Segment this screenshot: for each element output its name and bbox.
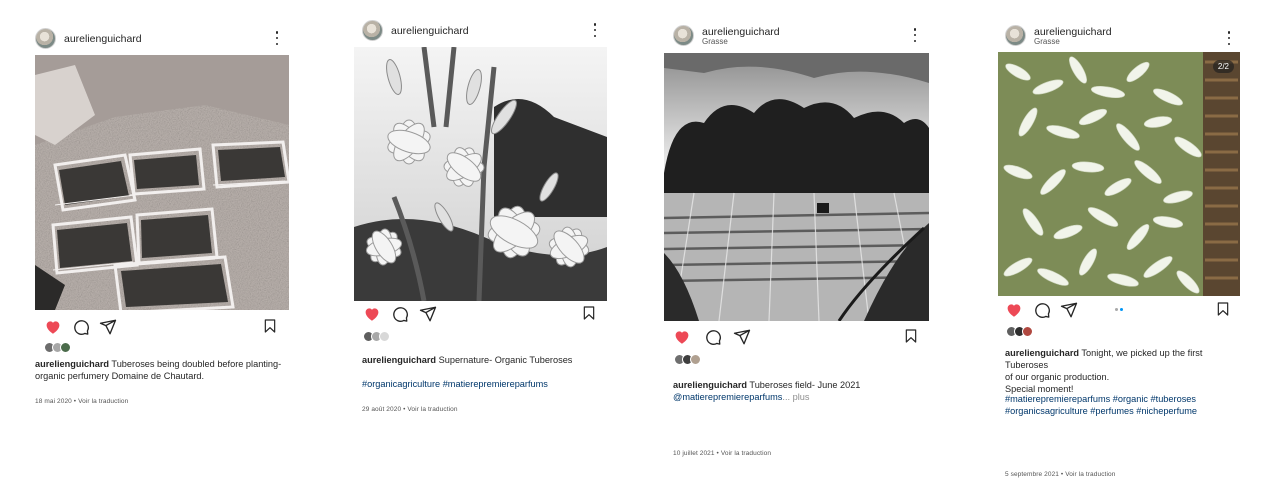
hashtags-line1[interactable]: #matierepremiereparfums #organic #tubero…: [1005, 394, 1196, 404]
carousel-dot-active: [1120, 308, 1123, 311]
carousel-dots: [1115, 308, 1123, 311]
action-bar: [35, 318, 289, 338]
more-icon[interactable]: [1227, 31, 1231, 45]
caption: aurelienguichard Tuberoses field- June 2…: [673, 379, 929, 403]
comment-icon[interactable]: [391, 305, 409, 323]
post-date: 5 septembre 2021 • Voir la traduction: [1005, 471, 1115, 478]
caption: aurelienguichard Supernature- Organic Tu…: [362, 354, 607, 366]
separator: •: [403, 406, 406, 413]
username[interactable]: aurelienguichard: [64, 33, 142, 45]
more-icon[interactable]: [275, 31, 279, 45]
hashtags-line2[interactable]: #organicsagriculture #perfumes #nicheper…: [1005, 406, 1197, 416]
action-bar: [1005, 301, 1245, 321]
avatar[interactable]: [362, 20, 383, 41]
avatar[interactable]: [35, 28, 56, 49]
separator: •: [716, 450, 719, 457]
avatar[interactable]: [1005, 25, 1026, 46]
heart-icon[interactable]: [44, 318, 62, 336]
caption-username[interactable]: aurelienguichard: [673, 380, 747, 390]
bookmark-icon[interactable]: [903, 328, 919, 344]
post-date: 29 août 2020 • Voir la traduction: [362, 406, 458, 413]
comment-icon[interactable]: [1033, 301, 1051, 319]
post-photo[interactable]: [354, 47, 607, 301]
more-icon[interactable]: [593, 23, 597, 37]
date-text: 10 juillet 2021: [673, 450, 715, 457]
post-card: aurelienguichard Grasse: [998, 25, 1245, 485]
post-card: aurelienguichard Grasse: [664, 25, 929, 465]
translate-link[interactable]: Voir la traduction: [1065, 471, 1115, 478]
location[interactable]: Grasse: [702, 37, 728, 46]
post-card: aurelienguichard: [35, 28, 289, 418]
caption-text: Tuberoses field- June 2021: [749, 380, 861, 390]
share-icon[interactable]: [733, 328, 751, 346]
post-header: aurelienguichard Grasse: [1005, 25, 1245, 55]
action-bar: [362, 305, 607, 325]
bookmark-icon[interactable]: [262, 318, 278, 334]
separator: •: [73, 398, 77, 405]
username[interactable]: aurelienguichard: [391, 25, 469, 37]
post-header: aurelienguichard: [35, 28, 289, 58]
caption-username[interactable]: aurelienguichard: [362, 355, 436, 365]
heart-icon[interactable]: [1005, 301, 1023, 319]
post-date: 10 juillet 2021 • Voir la traduction: [673, 450, 771, 457]
date-text: 29 août 2020: [362, 406, 402, 413]
avatar[interactable]: [673, 25, 694, 46]
caption-username[interactable]: aurelienguichard: [35, 359, 109, 369]
caption-username[interactable]: aurelienguichard: [1005, 348, 1079, 358]
carousel-counter: 2/2: [1212, 60, 1234, 73]
comment-icon[interactable]: [72, 318, 90, 336]
heart-icon[interactable]: [363, 305, 381, 323]
post-photo[interactable]: [35, 55, 289, 310]
caption: aurelienguichard Tuberoses being doubled…: [35, 358, 289, 382]
location[interactable]: Grasse: [1034, 37, 1060, 46]
more-link[interactable]: ... plus: [782, 392, 809, 402]
share-icon[interactable]: [99, 318, 117, 336]
translate-link[interactable]: Voir la traduction: [78, 398, 128, 405]
translate-link[interactable]: Voir la traduction: [721, 450, 771, 457]
mention[interactable]: @matierepremiereparfums: [673, 392, 782, 402]
comment-icon[interactable]: [704, 328, 722, 346]
separator: •: [1060, 471, 1064, 478]
post-header: aurelienguichard: [362, 20, 607, 50]
bookmark-icon[interactable]: [1215, 301, 1231, 317]
caption: aurelienguichard Tonight, we picked up t…: [1005, 347, 1245, 395]
post-photo[interactable]: 2/2: [998, 52, 1240, 296]
share-icon[interactable]: [1060, 301, 1078, 319]
hashtags[interactable]: #organicagriculture #matierepremiereparf…: [362, 378, 548, 390]
heart-icon[interactable]: [673, 328, 691, 346]
hashtags[interactable]: #matierepremiereparfums #organic #tubero…: [1005, 393, 1197, 417]
translate-link[interactable]: Voir la traduction: [407, 406, 457, 413]
caption-text: Supernature- Organic Tuberoses: [438, 355, 573, 365]
post-card: aurelienguichard: [354, 20, 607, 420]
carousel-dot: [1115, 308, 1118, 311]
post-date: 18 mai 2020 • Voir la traduction: [35, 398, 128, 405]
caption-text: Tuberoses being doubled before planting-: [111, 359, 282, 369]
post-header: aurelienguichard Grasse: [673, 25, 929, 55]
caption-text-line2: of our organic production.: [1005, 372, 1110, 382]
date-text: 5 septembre 2021: [1005, 471, 1059, 478]
bookmark-icon[interactable]: [581, 305, 597, 321]
date-text: 18 mai 2020: [35, 398, 72, 405]
action-bar: [673, 328, 929, 348]
post-photo[interactable]: [664, 53, 929, 321]
more-icon[interactable]: [913, 28, 917, 42]
caption-text-line2: organic perfumery Domaine de Chautard.: [35, 371, 205, 381]
share-icon[interactable]: [419, 305, 437, 323]
